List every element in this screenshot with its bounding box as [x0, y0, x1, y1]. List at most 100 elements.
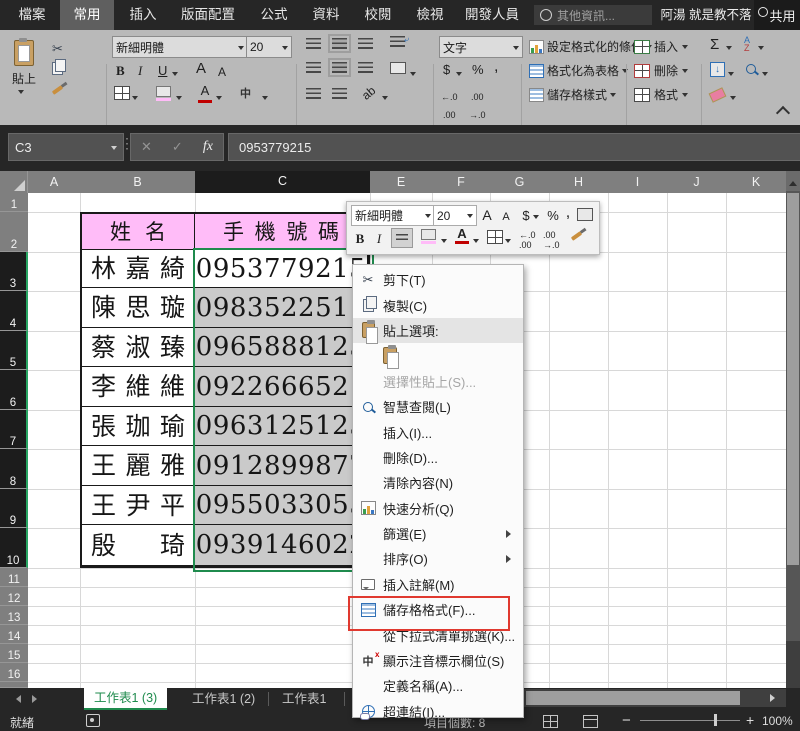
font-size-combo[interactable]: 20 [246, 36, 292, 58]
select-all-corner[interactable] [0, 171, 28, 193]
vertical-scroll-thumb[interactable] [787, 193, 799, 565]
sheet-tab-1[interactable]: 工作表1 (3) [84, 688, 167, 710]
mini-fill-dropdown[interactable] [441, 235, 447, 246]
tab-view[interactable]: 檢視 [404, 0, 456, 30]
cell-C2[interactable]: 手機號碼 [195, 214, 368, 250]
delete-cells-button[interactable]: 刪除 [634, 62, 688, 79]
sort-filter-dropdown[interactable] [758, 42, 764, 53]
col-header-F[interactable]: F [432, 171, 491, 193]
currency-dropdown[interactable] [456, 68, 462, 79]
comma-button[interactable]: , [494, 58, 498, 76]
mini-currency-dropdown[interactable] [533, 211, 539, 222]
menu-item-copy[interactable]: 複製(C) [353, 292, 523, 317]
row-header-3[interactable]: 3 [0, 252, 28, 291]
row-header-12[interactable]: 12 [0, 587, 28, 606]
paste-dropdown[interactable] [18, 86, 24, 97]
cell-B9[interactable]: 王尹平 [82, 486, 195, 525]
shrink-font-button[interactable]: A [218, 63, 226, 81]
cell-styles-button[interactable]: 儲存格樣式 [529, 86, 616, 103]
font-color-dropdown[interactable] [216, 92, 222, 103]
align-center-icon[interactable] [332, 62, 347, 73]
cell-C10[interactable]: 0939146022 [195, 525, 368, 566]
zoom-out-button[interactable]: − [622, 712, 631, 729]
cancel-icon[interactable]: ✕ [141, 139, 152, 155]
cell-C4[interactable]: 0983522511 [195, 288, 368, 328]
menu-item-sort[interactable]: 排序(O) [353, 546, 523, 571]
sort-filter-button[interactable]: AZ [744, 36, 750, 52]
autosum-button[interactable]: Σ [710, 36, 719, 54]
collapse-ribbon-chevron[interactable] [776, 106, 790, 120]
row-header-10[interactable]: 10 [0, 528, 28, 568]
menu-item-insert[interactable]: 插入(I)... [353, 419, 523, 444]
fill-dropdown[interactable] [728, 68, 734, 79]
merge-center-button[interactable] [390, 62, 406, 74]
page-layout-view-icon[interactable] [583, 715, 598, 728]
cell-C5[interactable]: 0965888125 [195, 328, 368, 367]
tab-file[interactable]: 檔案 [8, 0, 56, 30]
mini-decrease-decimal-button[interactable]: .00→.0 [543, 230, 560, 250]
macro-record-icon[interactable] [86, 714, 100, 727]
row-header-8[interactable]: 8 [0, 449, 28, 489]
tab-formulas[interactable]: 公式 [248, 0, 300, 30]
row-header-9[interactable]: 9 [0, 489, 28, 528]
menu-item-define-name[interactable]: 定義名稱(A)... [353, 673, 523, 698]
cell-B10[interactable]: 殷琦 [82, 525, 195, 566]
underline-dropdown[interactable] [172, 68, 178, 79]
find-dropdown[interactable] [762, 68, 768, 79]
menu-item-phonetic[interactable]: 中 顯示注音標示欄位(S) [353, 648, 523, 673]
row-header-16[interactable]: 16 [0, 663, 28, 682]
format-painter-button[interactable] [52, 88, 63, 92]
col-header-E[interactable]: E [370, 171, 433, 193]
col-header-B[interactable]: B [80, 171, 196, 193]
menu-item-filter[interactable]: 篩選(E) [353, 521, 523, 546]
menu-item-quick-analysis[interactable]: 快速分析(Q) [353, 496, 523, 521]
align-left-icon[interactable] [306, 62, 321, 73]
mini-center-button[interactable] [391, 228, 413, 248]
row-header-7[interactable]: 7 [0, 410, 28, 449]
grow-font-button[interactable]: A [196, 60, 206, 78]
mini-borders-icon[interactable] [487, 230, 503, 244]
normal-view-icon[interactable] [543, 715, 558, 728]
name-box[interactable]: C3 [8, 133, 124, 161]
cell-B3[interactable]: 林嘉綺 [82, 250, 195, 288]
sheet-nav-left-icon[interactable] [12, 695, 21, 703]
font-name-combo[interactable]: 新細明體 [112, 36, 248, 58]
align-right-icon[interactable] [358, 62, 373, 73]
format-cells-ribbon-button[interactable]: 格式 [634, 86, 688, 103]
copy-button[interactable] [52, 62, 63, 75]
row-header-1[interactable]: 1 [0, 193, 28, 212]
tell-me-search[interactable]: 其他資訊... [534, 5, 652, 25]
mini-font-combo[interactable]: 新細明體 [351, 205, 435, 226]
zoom-slider-thumb[interactable] [714, 714, 717, 726]
cell-C8[interactable]: 0912899877 [195, 446, 368, 486]
mini-comma-button[interactable]: , [563, 203, 573, 223]
wrap-text-button[interactable]: ⤶ [390, 36, 405, 47]
tab-developer[interactable]: 開發人員 [456, 0, 528, 30]
mini-currency-button[interactable]: $ [519, 205, 533, 225]
user-name[interactable]: 阿湯 就是教不落 [658, 0, 754, 30]
bold-button[interactable]: B [116, 62, 125, 80]
menu-item-insert-comment[interactable]: 插入註解(M) [353, 572, 523, 597]
col-header-K[interactable]: K [726, 171, 787, 193]
paste-label[interactable]: 貼上 [4, 70, 44, 87]
mini-shrink-font-button[interactable]: A [499, 207, 513, 227]
menu-item-delete[interactable]: 刪除(D)... [353, 445, 523, 470]
borders-button[interactable] [114, 86, 130, 100]
row-header-11[interactable]: 11 [0, 568, 28, 587]
enter-icon[interactable]: ✓ [172, 139, 183, 155]
zoom-in-button[interactable]: + [746, 712, 754, 728]
mini-font-color-dropdown[interactable] [473, 235, 479, 246]
row-header-5[interactable]: 5 [0, 331, 28, 370]
menu-item-hyperlink[interactable]: 超連結(I)... [353, 699, 523, 724]
sheet-nav-right-icon[interactable] [32, 695, 41, 703]
tab-page-layout[interactable]: 版面配置 [168, 0, 248, 30]
align-top-icon[interactable] [306, 38, 321, 49]
row-header-4[interactable]: 4 [0, 291, 28, 331]
menu-item-clear-contents[interactable]: 清除內容(N) [353, 470, 523, 495]
col-header-A[interactable]: A [28, 171, 81, 193]
menu-item-smart-lookup[interactable]: 智慧查閱(L) [353, 394, 523, 419]
col-header-I[interactable]: I [608, 171, 668, 193]
col-header-J[interactable]: J [667, 171, 727, 193]
vertical-scrollbar[interactable] [786, 171, 800, 708]
menu-item-cut[interactable]: ✂ 剪下(T) [353, 267, 523, 292]
